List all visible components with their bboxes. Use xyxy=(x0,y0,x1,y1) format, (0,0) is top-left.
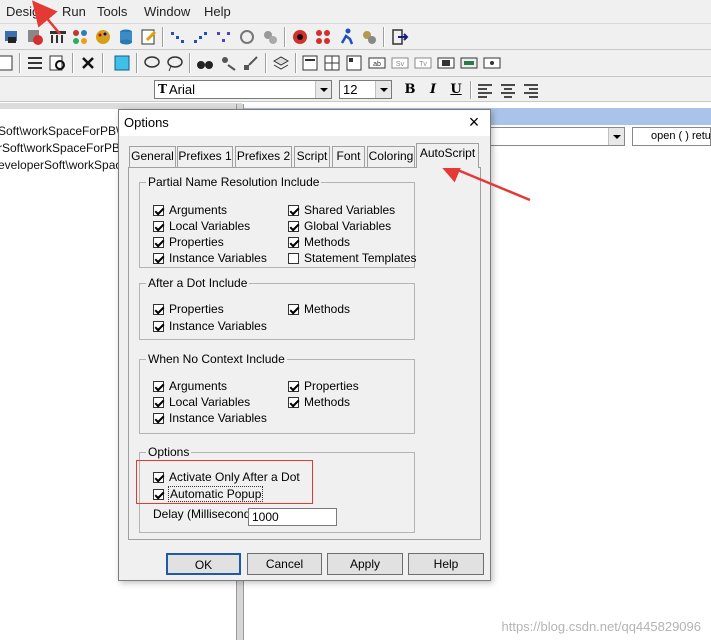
tab-autoscript[interactable]: AutoScript xyxy=(416,143,479,168)
annotation-highlight-box xyxy=(136,460,313,504)
annotation-arrow-menu xyxy=(31,0,61,35)
annotation-layer xyxy=(31,0,531,202)
annotation-arrow-tab xyxy=(436,159,531,202)
watermark-text: https://blog.csdn.net/qq445829096 xyxy=(501,619,702,634)
